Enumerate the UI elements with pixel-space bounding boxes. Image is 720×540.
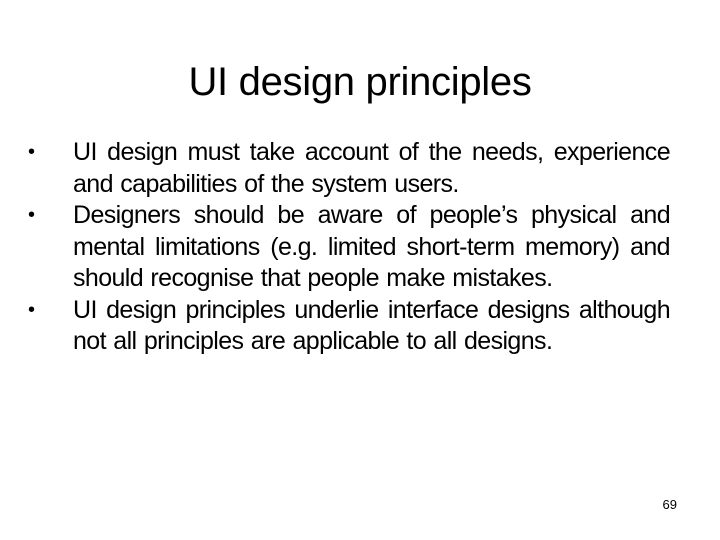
bullet-item: • UI design must take account of the nee…: [28, 137, 671, 200]
bullet-list: • UI design must take account of the nee…: [28, 137, 671, 358]
bullet-item: • Designers should be aware of people’s …: [28, 200, 671, 295]
bullet-icon: •: [28, 141, 35, 163]
bullet-icon: •: [28, 204, 35, 226]
bullet-icon: •: [28, 298, 35, 321]
bullet-item: • UI design principles underlie interfac…: [28, 295, 671, 358]
page-number: 69: [662, 497, 677, 512]
slide-title: UI design principles: [188, 60, 532, 104]
bullet-text: Designers should be aware of people’s ph…: [73, 201, 671, 292]
bullet-text: UI design principles underlie interface …: [73, 295, 671, 356]
bullet-text: UI design must take account of the needs…: [73, 138, 671, 198]
